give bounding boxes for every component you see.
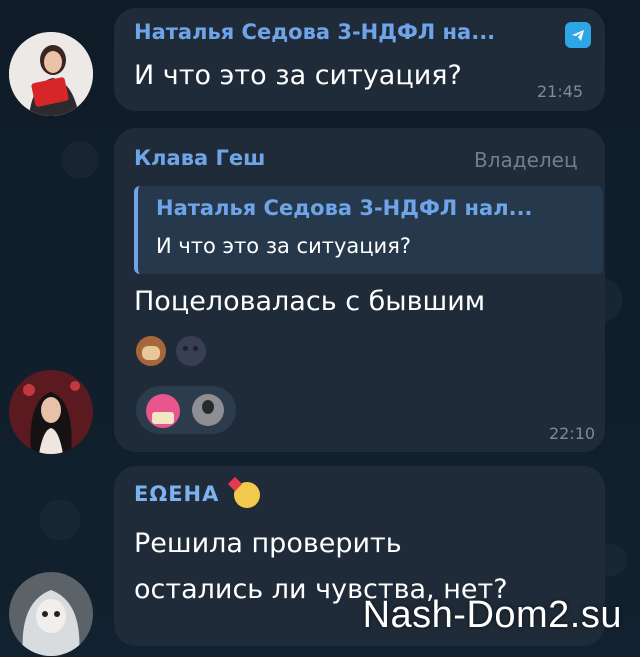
sender-name[interactable]: ΕΩΕΗΑ (134, 482, 219, 506)
owner-badge: Владелец (474, 148, 578, 172)
see-no-evil-monkey-icon (136, 336, 166, 366)
telegram-icon (565, 22, 591, 48)
avatar-woman-red-folder-icon (9, 32, 93, 116)
avatar-natalya[interactable] (9, 32, 93, 116)
watermark-text: Nash-Dom2.su (362, 594, 622, 636)
reply-text: И что это за ситуация? (156, 234, 411, 258)
avatar-elena[interactable] (9, 572, 93, 656)
message-time: 21:45 (537, 82, 584, 101)
avatar-woman-dark-hair-icon (9, 370, 93, 454)
reaction-pill[interactable] (136, 386, 236, 434)
message-text: Поцеловалась с бывшим (134, 286, 486, 317)
reply-quote[interactable]: Наталья Седова 3-НДФЛ нал... И что это з… (134, 186, 603, 274)
new-moon-face-icon (176, 336, 206, 366)
message-time: 22:10 (549, 424, 596, 443)
message-text-line1: Решила проверить (134, 528, 402, 559)
sender-name[interactable]: Наталья Седова 3-НДФЛ на... (134, 20, 495, 44)
avatar-doll-girl-icon (9, 572, 93, 656)
face-with-hearts-icon (227, 476, 260, 508)
message-bubble[interactable]: Клава Геш Владелец Наталья Седова 3-НДФЛ… (114, 128, 605, 452)
emoji-row (136, 336, 216, 370)
message-text: И что это за ситуация? (134, 60, 462, 91)
avatar-thumb-icon (192, 394, 224, 426)
reply-sender: Наталья Седова 3-НДФЛ нал... (156, 196, 533, 220)
mushroom-cake-sticker-icon (146, 394, 180, 428)
avatar-klava[interactable] (9, 370, 93, 454)
message-bubble[interactable]: Наталья Седова 3-НДФЛ на... И что это за… (114, 8, 605, 111)
sender-name[interactable]: Клава Геш (134, 146, 265, 170)
